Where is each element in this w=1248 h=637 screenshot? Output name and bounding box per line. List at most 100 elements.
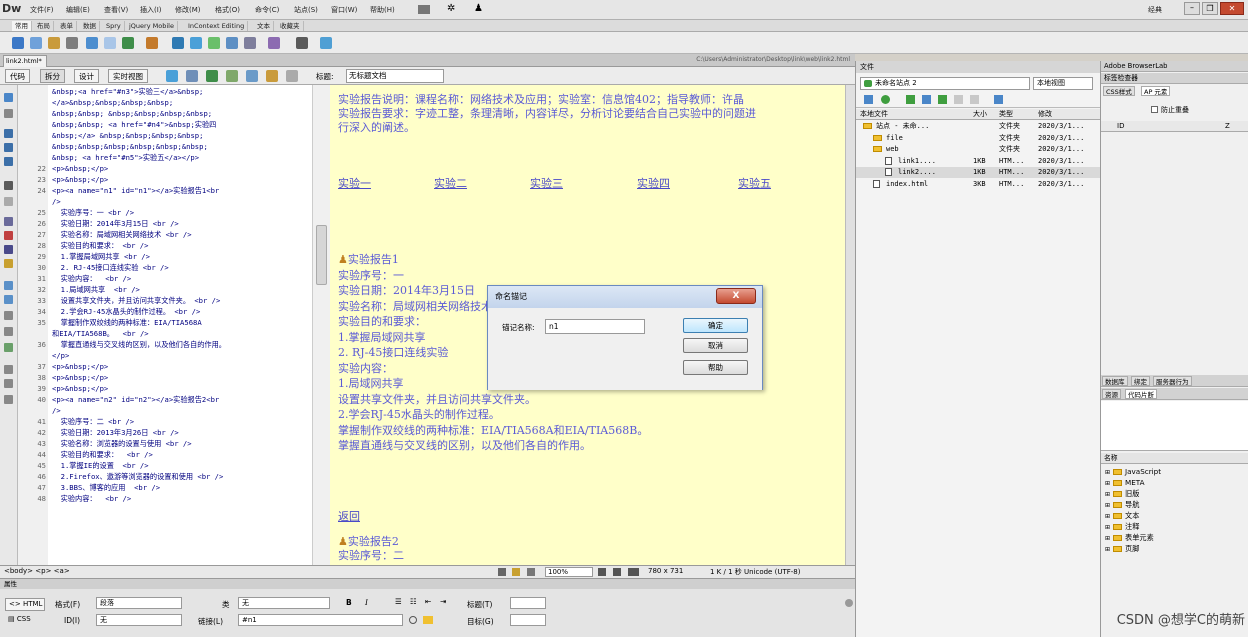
zoom-tool-icon[interactable] bbox=[527, 568, 535, 576]
move-css-icon[interactable] bbox=[4, 343, 13, 352]
code-line[interactable]: &nbsp;&nbsp;&nbsp;&nbsp;&nbsp;&nbsp; bbox=[18, 141, 330, 152]
layout-icon[interactable] bbox=[418, 5, 430, 14]
snippet-folder[interactable]: ⊞ 旧版 bbox=[1105, 488, 1245, 499]
tab-text[interactable]: 文本 bbox=[254, 21, 274, 31]
col-type[interactable]: 类型 bbox=[999, 109, 1013, 120]
menu-insert[interactable]: 插入(I) bbox=[140, 5, 162, 15]
select-tool-icon[interactable] bbox=[498, 568, 506, 576]
script-icon[interactable] bbox=[244, 37, 256, 49]
tab-bindings[interactable]: 绑定 bbox=[1131, 376, 1150, 386]
menu-modify[interactable]: 修改(M) bbox=[175, 5, 201, 15]
snippet-folder[interactable]: ⊞ 页脚 bbox=[1105, 543, 1245, 554]
auto-indent-icon[interactable] bbox=[4, 259, 13, 268]
recent-snippets-icon[interactable] bbox=[4, 327, 13, 336]
code-line[interactable]: 22 <p>&nbsp;</p> bbox=[18, 163, 330, 174]
outdent-icon[interactable] bbox=[4, 379, 13, 388]
snippet-folder[interactable]: ⊞ 文本 bbox=[1105, 510, 1245, 521]
table-icon[interactable] bbox=[86, 37, 98, 49]
help-icon[interactable] bbox=[845, 599, 853, 607]
italic-button[interactable]: I bbox=[365, 598, 368, 607]
select-parent-tag-icon[interactable] bbox=[4, 181, 13, 190]
visual-aids-icon[interactable] bbox=[246, 70, 258, 82]
cancel-button[interactable]: 取消 bbox=[683, 338, 748, 353]
id-select[interactable]: 无 bbox=[96, 614, 182, 626]
refresh-icon[interactable] bbox=[881, 95, 890, 104]
code-line[interactable]: 34 2.学会RJ-45水晶头的制作过程。 <br /> bbox=[18, 306, 330, 317]
ok-button[interactable]: 确定 bbox=[683, 318, 748, 333]
tab-snippets[interactable]: 代码片断 bbox=[1125, 389, 1157, 399]
collapse-selection-icon[interactable] bbox=[4, 143, 13, 152]
media-icon[interactable] bbox=[146, 37, 158, 49]
tag-chooser-icon[interactable] bbox=[296, 37, 308, 49]
properties-strip[interactable]: 属性 bbox=[0, 579, 855, 589]
browse-folder-icon[interactable] bbox=[423, 616, 433, 624]
tab-database[interactable]: 数据库 bbox=[1102, 376, 1128, 386]
restore-icon[interactable]: ❐ bbox=[1202, 2, 1218, 15]
get-files-icon[interactable] bbox=[906, 95, 915, 104]
window-size[interactable]: 780 x 731 bbox=[648, 567, 683, 575]
code-line[interactable]: 35 掌握制作双绞线的两种标准：EIA/TIA568A bbox=[18, 317, 330, 328]
browserlab-panel[interactable]: Adobe BrowserLab bbox=[1101, 61, 1248, 72]
tab-jquery-mobile[interactable]: jQuery Mobile bbox=[126, 21, 178, 31]
window-close-icon[interactable]: ✕ bbox=[1220, 2, 1244, 15]
email-link-icon[interactable] bbox=[30, 37, 42, 49]
image-icon[interactable] bbox=[122, 37, 134, 49]
wrap-tag-icon[interactable] bbox=[4, 311, 13, 320]
syntax-coloring-icon[interactable] bbox=[4, 245, 13, 254]
css-mode-button[interactable]: ▤ CSS bbox=[5, 614, 45, 627]
file-row[interactable]: link1.... 1KB HTM... 2020/3/1... bbox=[856, 156, 1101, 167]
expand-icon[interactable]: ⊞ bbox=[1105, 469, 1110, 476]
gear-icon[interactable]: ✲ bbox=[447, 3, 455, 14]
user-icon[interactable]: ♟ bbox=[474, 3, 483, 14]
code-line[interactable]: 39 <p>&nbsp;</p> bbox=[18, 383, 330, 394]
anchor-icon[interactable] bbox=[48, 37, 60, 49]
live-view-button[interactable]: 实时视图 bbox=[108, 69, 148, 83]
code-line[interactable]: 32 1.局域网共享 <br /> bbox=[18, 284, 330, 295]
indent-icon[interactable]: ⇥ bbox=[440, 597, 446, 606]
tab-favorites[interactable]: 收藏夹 bbox=[277, 21, 304, 31]
menu-help[interactable]: 帮助(H) bbox=[370, 5, 395, 15]
snippet-name-header[interactable]: 名称 bbox=[1101, 453, 1248, 464]
code-line[interactable]: 45 1.掌握IE的设置 <br /> bbox=[18, 460, 330, 471]
ordered-list-icon[interactable]: ☷ bbox=[410, 597, 417, 606]
code-line[interactable]: 43 实验名称：浏览器的设置与使用 <br /> bbox=[18, 438, 330, 449]
code-line[interactable]: 23 <p>&nbsp;</p> bbox=[18, 174, 330, 185]
connect-icon[interactable] bbox=[864, 95, 873, 104]
files-panel-title[interactable]: 文件 bbox=[856, 61, 1101, 73]
code-line[interactable]: 37 <p>&nbsp;</p> bbox=[18, 361, 330, 372]
prevent-overlap-checkbox[interactable] bbox=[1151, 106, 1158, 113]
expand-icon[interactable]: ⊞ bbox=[1105, 513, 1110, 520]
zoom-select[interactable]: 100% bbox=[545, 567, 593, 577]
check-in-icon[interactable] bbox=[954, 95, 963, 104]
cloud-icon[interactable] bbox=[320, 37, 332, 49]
code-scrollbar[interactable] bbox=[312, 85, 330, 565]
balance-braces-icon[interactable] bbox=[4, 197, 13, 206]
line-numbers-icon[interactable] bbox=[4, 217, 13, 226]
expand-icon[interactable]: ⊞ bbox=[1105, 535, 1110, 542]
inspect-icon[interactable] bbox=[166, 70, 178, 82]
tab-spry[interactable]: Spry bbox=[103, 21, 125, 31]
tab-forms[interactable]: 表单 bbox=[57, 21, 77, 31]
code-line[interactable]: 26 实验日期：2014年3月15日 <br /> bbox=[18, 218, 330, 229]
mobile-size-icon[interactable] bbox=[598, 568, 606, 576]
code-line[interactable]: /> bbox=[18, 405, 330, 416]
link-input[interactable]: #n1 bbox=[238, 614, 403, 626]
code-line[interactable]: 40 <p><a name="n2" id="n2"></a>实验报告2<br bbox=[18, 394, 330, 405]
format-select[interactable]: 段落 bbox=[96, 597, 182, 609]
file-row[interactable]: file 文件夹 2020/3/1... bbox=[856, 133, 1101, 144]
tab-common[interactable]: 常用 bbox=[12, 21, 32, 31]
link-exp2[interactable]: 实验二 bbox=[434, 175, 467, 191]
hyperlink-icon[interactable] bbox=[12, 37, 24, 49]
dialog-close-button[interactable]: X bbox=[716, 288, 756, 304]
back-link[interactable]: 返回 bbox=[338, 508, 360, 524]
code-line[interactable]: 30 2. RJ-45接口连线实验 <br /> bbox=[18, 262, 330, 273]
unordered-list-icon[interactable]: ☰ bbox=[395, 597, 402, 606]
expand-icon[interactable]: ⊞ bbox=[1105, 546, 1110, 553]
code-view-button[interactable]: 代码 bbox=[5, 69, 30, 83]
menu-command[interactable]: 命令(C) bbox=[255, 5, 279, 15]
sync-icon[interactable] bbox=[970, 95, 979, 104]
expand-icon[interactable]: ⊞ bbox=[1105, 491, 1110, 498]
code-line[interactable]: 和EIA/TIA568B。 <br /> bbox=[18, 328, 330, 339]
code-line[interactable]: 28 实验目的和要求： <br /> bbox=[18, 240, 330, 251]
snippet-folder[interactable]: ⊞ 表单元素 bbox=[1105, 532, 1245, 543]
